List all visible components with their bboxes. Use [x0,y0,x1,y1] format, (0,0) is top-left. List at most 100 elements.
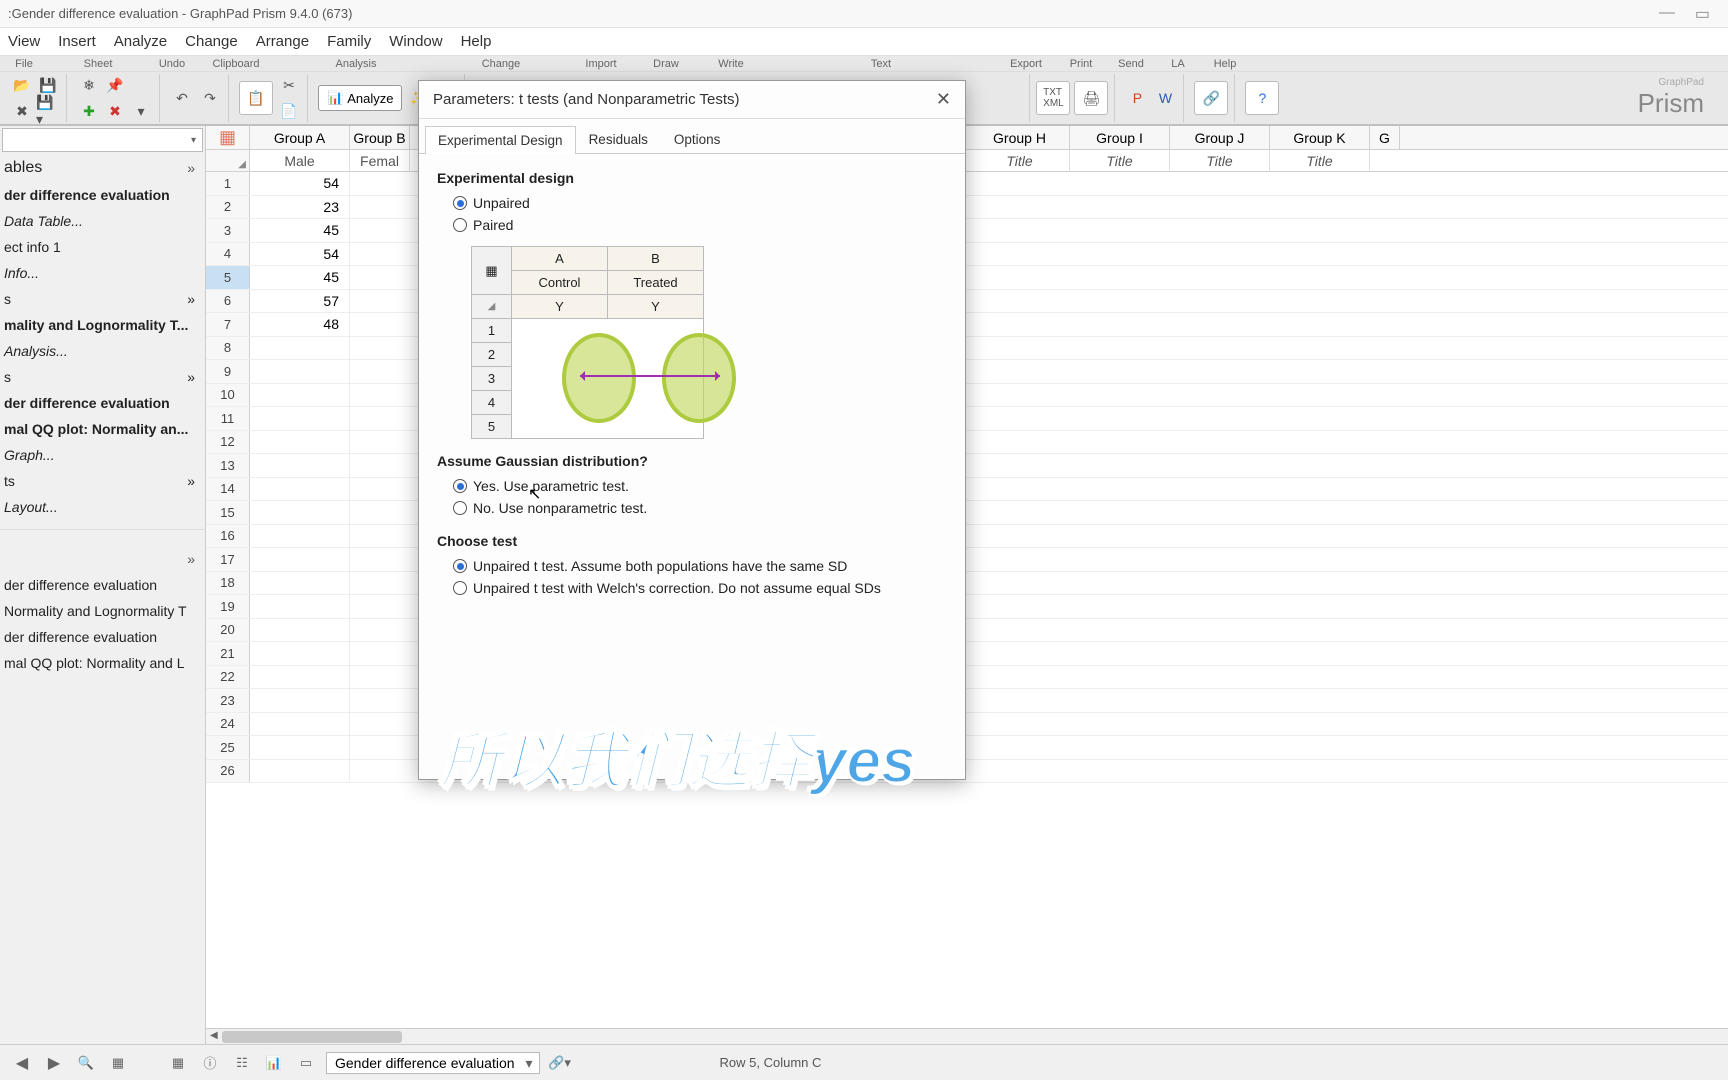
row-header[interactable]: 3 [206,219,250,242]
minimize-icon[interactable]: — [1659,4,1675,24]
save-as-icon[interactable]: 💾▾ [36,99,60,123]
sub-title-k[interactable]: Title [1270,150,1370,171]
next-sheet-icon[interactable]: ▶ [42,1051,66,1075]
cell[interactable]: 54 [250,243,350,266]
sub-title-j[interactable]: Title [1170,150,1270,171]
col-head-a[interactable]: Group A [250,126,350,149]
layout-icon[interactable]: ▭ [294,1051,318,1075]
cell[interactable] [250,478,350,501]
menu-window[interactable]: Window [389,33,442,50]
row-header[interactable]: 26 [206,760,250,783]
menu-change[interactable]: Change [185,33,238,50]
navigator-recent-item[interactable]: der difference evaluation [0,572,205,598]
zoom-icon[interactable]: 🔍 [74,1051,98,1075]
navigator-recent-item[interactable]: mal QQ plot: Normality and L [0,650,205,676]
row-header[interactable]: 10 [206,384,250,407]
add-icon[interactable]: ✚ [77,99,101,123]
sub-title-i[interactable]: Title [1070,150,1170,171]
radio-paired[interactable]: Paired [437,214,947,236]
delete-icon[interactable]: ✖ [103,99,127,123]
cell[interactable] [250,525,350,548]
cell[interactable] [250,760,350,783]
cell[interactable]: 54 [250,172,350,195]
col-head-b[interactable]: Group B [350,126,410,149]
radio-same-sd[interactable]: Unpaired t test. Assume both populations… [437,555,947,577]
tab-residuals[interactable]: Residuals [576,125,661,153]
cell[interactable] [250,713,350,736]
row-header[interactable]: 22 [206,666,250,689]
powerpoint-icon[interactable]: P [1125,86,1149,110]
radio-welch[interactable]: Unpaired t test with Welch's correction.… [437,577,947,599]
navigator-section-head[interactable]: ables » [0,154,205,182]
results-icon[interactable]: ☷ [230,1051,254,1075]
navigator-item[interactable]: Info... [0,260,205,286]
copy-icon[interactable]: 📄 [277,99,301,123]
row-header[interactable]: 12 [206,431,250,454]
col-head-h[interactable]: Group H [970,126,1070,149]
dropdown-icon[interactable]: ▾ [129,99,153,123]
cut-icon[interactable]: ✂ [277,73,301,97]
tab-options[interactable]: Options [661,125,734,153]
col-head-j[interactable]: Group J [1170,126,1270,149]
sub-title-h[interactable]: Title [970,150,1070,171]
info-icon[interactable]: ⓘ [198,1051,222,1075]
menu-help[interactable]: Help [461,33,492,50]
chevron-down-icon[interactable]: ▾ [185,135,202,146]
graph-icon[interactable]: 📊 [262,1051,286,1075]
word-icon[interactable]: W [1153,86,1177,110]
col-head-i[interactable]: Group I [1070,126,1170,149]
cell[interactable]: 48 [250,313,350,336]
navigator-item[interactable]: Data Table... [0,208,205,234]
radio-unpaired[interactable]: Unpaired [437,192,947,214]
menu-view[interactable]: View [8,33,40,50]
navigator-item[interactable]: der difference evaluation [0,390,205,416]
cell[interactable]: 45 [250,266,350,289]
sheet-format-icon[interactable]: ▦ [206,126,250,149]
row-header[interactable]: 5 [206,266,250,289]
navigator-recent-item[interactable]: Normality and Lognormality T [0,598,205,624]
cell[interactable]: 23 [250,196,350,219]
cell[interactable] [250,431,350,454]
row-header[interactable]: 16 [206,525,250,548]
row-header[interactable]: 13 [206,454,250,477]
radio-parametric[interactable]: Yes. Use parametric test. [437,475,947,497]
menu-arrange[interactable]: Arrange [256,33,309,50]
navigator-recent-expand[interactable]: » [0,546,205,572]
cell[interactable] [250,337,350,360]
scrollbar-thumb[interactable] [222,1031,402,1043]
row-header[interactable]: 14 [206,478,250,501]
row-header[interactable]: 23 [206,689,250,712]
navigator-item[interactable]: ect info 1 [0,234,205,260]
la-icon[interactable]: 🔗 [1194,81,1228,115]
cell[interactable] [250,407,350,430]
expand-icon[interactable]: » [187,473,201,489]
close-icon[interactable]: ✖ [10,99,34,123]
cell[interactable] [250,642,350,665]
maximize-icon[interactable]: ▭ [1695,4,1710,24]
cell[interactable]: 45 [250,219,350,242]
navigator-search[interactable]: ▾ [2,128,203,152]
row-header[interactable]: 1 [206,172,250,195]
row-header[interactable]: 25 [206,736,250,759]
navigator-item[interactable]: Layout... [0,494,205,520]
undo-icon[interactable]: ↶ [170,86,194,110]
navigator-item[interactable]: ts» [0,468,205,494]
help-icon[interactable]: ? [1245,81,1279,115]
expand-icon[interactable]: » [187,291,201,307]
sub-male[interactable]: Male [250,150,350,171]
redo-icon[interactable]: ↷ [198,86,222,110]
close-icon[interactable]: ✕ [936,89,951,110]
cell[interactable]: 57 [250,290,350,313]
row-header[interactable]: 15 [206,501,250,524]
cell[interactable] [250,666,350,689]
navigator-item[interactable]: mal QQ plot: Normality an... [0,416,205,442]
print-icon[interactable]: 🖨 [1074,81,1108,115]
row-header[interactable]: 7 [206,313,250,336]
cell[interactable] [250,548,350,571]
paste-icon[interactable]: 📋 [239,81,273,115]
row-header[interactable]: 17 [206,548,250,571]
cell[interactable] [250,384,350,407]
menu-analyze[interactable]: Analyze [114,33,167,50]
export-icon[interactable]: TXTXML [1036,81,1070,115]
cell[interactable] [250,689,350,712]
